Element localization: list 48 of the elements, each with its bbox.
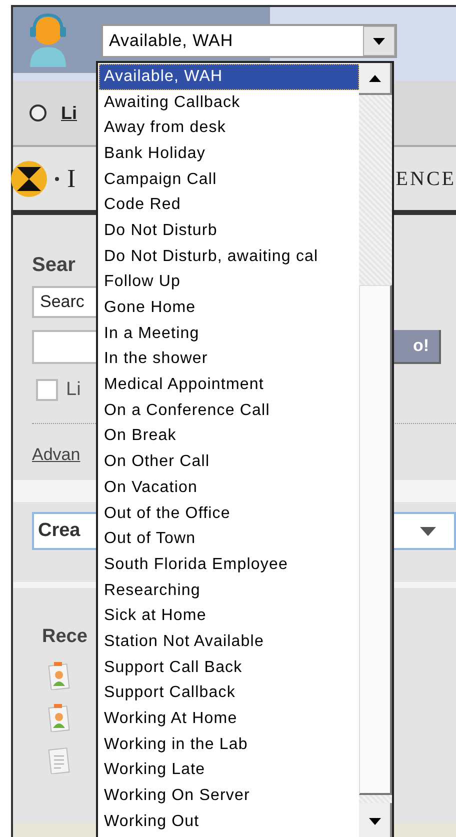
checkbox[interactable]: [36, 379, 58, 402]
status-option[interactable]: Bank Holiday: [99, 141, 359, 167]
logo-icon: [9, 158, 49, 198]
caret-down-icon: [420, 526, 436, 536]
status-option[interactable]: Available, WAH: [99, 64, 359, 90]
status-option[interactable]: Out of the Office: [99, 500, 359, 526]
status-option[interactable]: Campaign Call: [99, 166, 359, 192]
status-option[interactable]: Sick at Home: [99, 603, 359, 630]
scrollbar[interactable]: [359, 63, 392, 837]
status-option[interactable]: Station Not Available: [99, 629, 359, 655]
status-option[interactable]: On Other Call: [99, 449, 359, 475]
status-option[interactable]: Out of Town: [99, 526, 359, 552]
status-option[interactable]: Do Not Disturb, awaiting cal: [99, 244, 359, 270]
status-option[interactable]: Support Call Back: [99, 654, 359, 680]
status-option[interactable]: On Break: [99, 424, 359, 450]
status-option[interactable]: Awaiting Callback: [99, 90, 359, 116]
radio-button-icon[interactable]: [29, 104, 47, 122]
status-option[interactable]: Medical Appointment: [99, 372, 359, 398]
status-option[interactable]: Code Red: [99, 192, 359, 218]
status-option[interactable]: In the shower: [99, 346, 359, 372]
status-option[interactable]: On Vacation: [99, 475, 359, 501]
status-option[interactable]: Gone Home: [99, 295, 359, 321]
banner-title: ENCE: [396, 166, 456, 192]
recent-heading: Rece: [42, 625, 88, 649]
nav-link[interactable]: Li: [61, 100, 77, 126]
status-option[interactable]: Away from desk: [99, 115, 359, 142]
status-option[interactable]: Follow Up: [99, 270, 359, 296]
status-option[interactable]: Do Not Disturb: [99, 218, 359, 244]
status-option[interactable]: Working Late: [99, 758, 359, 784]
status-option[interactable]: Working Out: [99, 808, 359, 835]
status-select[interactable]: Available, WAH: [101, 24, 397, 58]
status-option[interactable]: Working On Server: [99, 783, 359, 809]
document-icon: [48, 746, 70, 774]
scrollbar-thumb[interactable]: [359, 285, 392, 795]
contact-card-icon: [48, 662, 70, 690]
status-option[interactable]: South Florida Employee: [99, 552, 359, 578]
status-option[interactable]: On a Conference Call: [99, 398, 359, 424]
status-option[interactable]: Working in the Lab: [99, 732, 359, 758]
checkbox-label: Li: [66, 378, 81, 402]
status-option[interactable]: Researching: [99, 578, 359, 604]
banner-title: I: [67, 163, 78, 195]
caret-down-icon: [373, 38, 385, 44]
status-option[interactable]: In a Meeting: [99, 320, 359, 347]
contact-card-icon: [48, 704, 70, 732]
search-heading: Sear: [32, 253, 76, 278]
advanced-link[interactable]: Advan: [32, 442, 80, 467]
status-option[interactable]: Working At Home: [99, 706, 359, 732]
status-option[interactable]: Support Callback: [99, 680, 359, 706]
